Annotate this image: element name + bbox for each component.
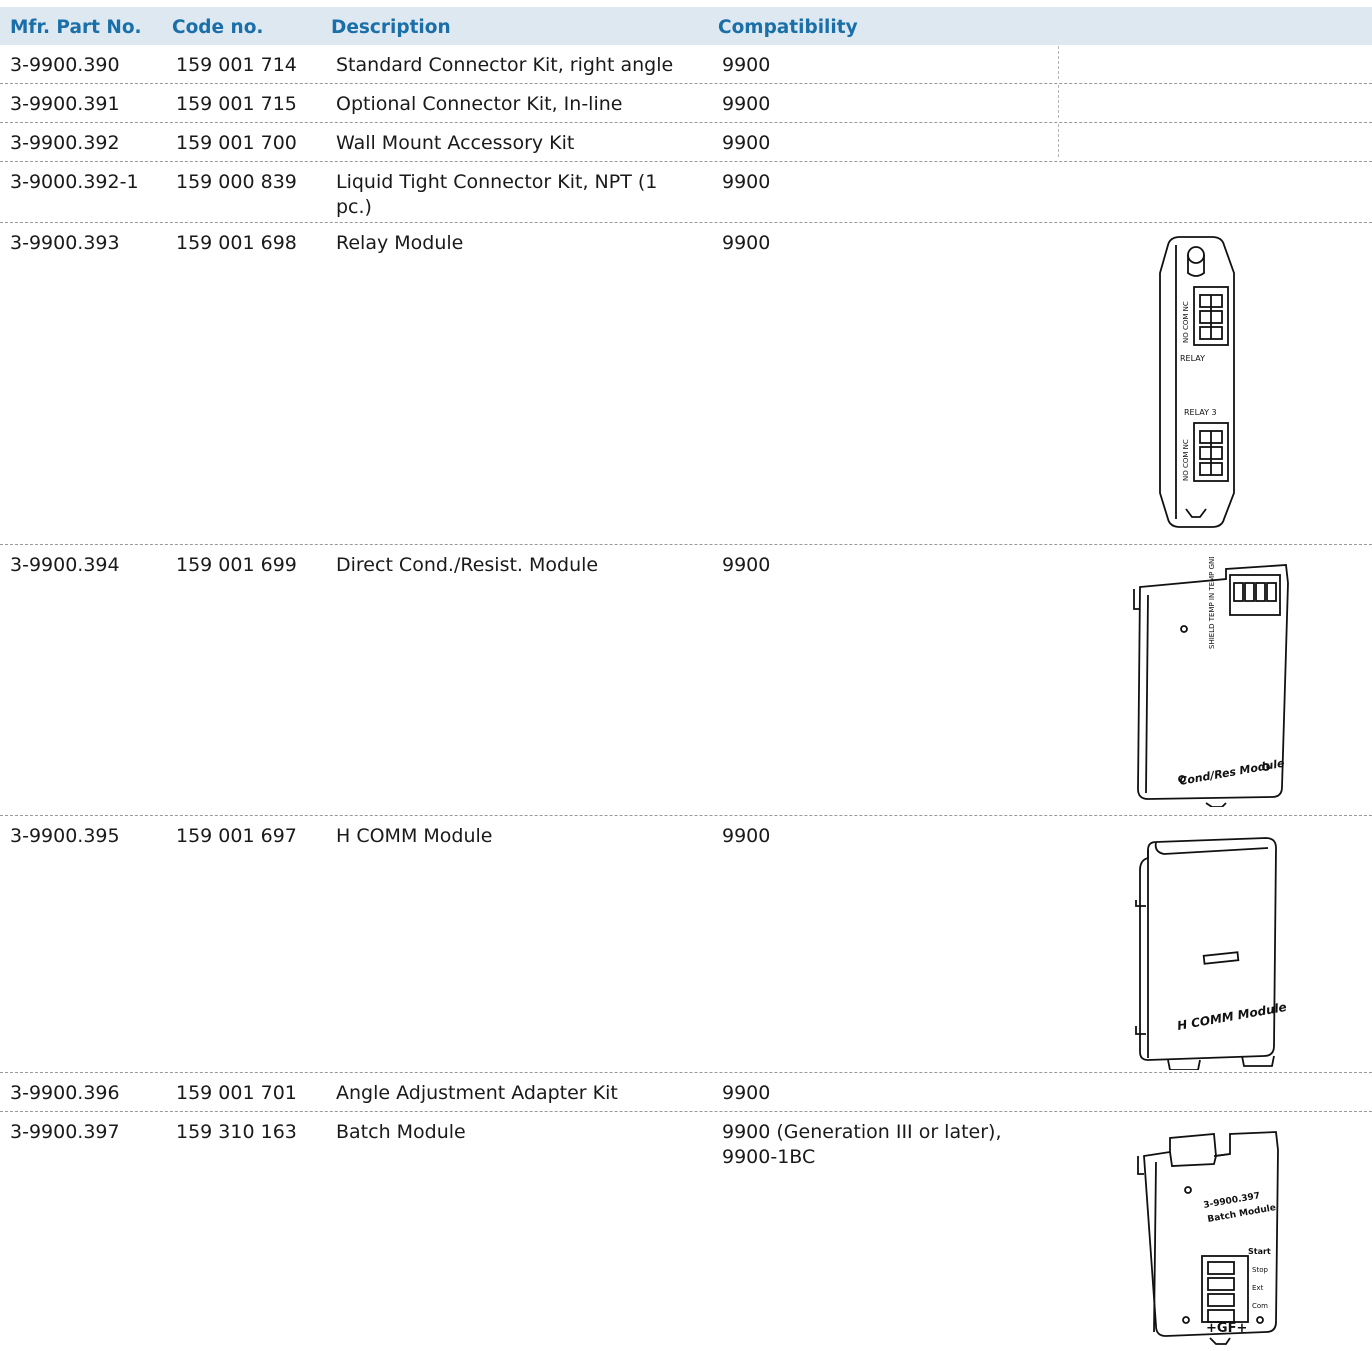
cell-description: H COMM Module [336, 825, 493, 847]
cell-compatibility: 9900 [722, 54, 771, 76]
header-code-no: Code no. [172, 17, 264, 38]
cell-code-no: 159 001 701 [176, 1082, 297, 1104]
cell-part-no: 3-9900.396 [10, 1082, 120, 1104]
batch-module-illustration: 3-9900.397 Batch Module Start Stop Ext C… [1130, 1126, 1290, 1351]
batch-pin-com: Com [1252, 1302, 1268, 1310]
table-row: 3-9900.394 159 001 699 Direct Cond./Resi… [0, 545, 1372, 816]
cell-code-no: 159 001 715 [176, 93, 297, 115]
batch-pin-start: Start [1248, 1247, 1271, 1256]
cell-part-no: 3-9900.391 [10, 93, 120, 115]
relay-label-top: RELAY [1180, 354, 1205, 363]
table-row: 3-9900.392 159 001 700 Wall Mount Access… [0, 123, 1372, 162]
relay-module-illustration: RELAY RELAY 3 NO COM NC NO COM NC [1150, 233, 1240, 533]
cell-code-no: 159 001 700 [176, 132, 297, 154]
cell-part-no: 3-9900.394 [10, 554, 120, 576]
cell-description: Direct Cond./Resist. Module [336, 554, 599, 576]
clipped-heading [0, 0, 1372, 7]
cell-compatibility: 9900 [722, 132, 771, 154]
column-divider [1058, 85, 1059, 118]
cell-description: Angle Adjustment Adapter Kit [336, 1082, 618, 1104]
cell-compatibility: 9900 [722, 93, 771, 115]
table-row: 3-9900.397 159 310 163 Batch Module 9900… [0, 1112, 1372, 1347]
column-divider [1058, 46, 1059, 79]
cell-code-no: 159 001 714 [176, 54, 297, 76]
table-row: 3-9000.392-1 159 000 839 Liquid Tight Co… [0, 162, 1372, 223]
cell-description: Relay Module [336, 232, 464, 254]
cell-part-no: 3-9900.392 [10, 132, 120, 154]
cell-compatibility: 9900 [722, 554, 771, 576]
cell-description: Wall Mount Accessory Kit [336, 132, 575, 154]
cell-part-no: 3-9900.393 [10, 232, 120, 254]
gf-logo: +GF+ [1206, 1321, 1247, 1336]
relay-pin-labels: NO COM NC [1182, 301, 1190, 343]
cell-description: Optional Connector Kit, In-line [336, 93, 623, 115]
cell-part-no: 3-9900.397 [10, 1121, 120, 1143]
cell-code-no: 159 001 699 [176, 554, 297, 576]
batch-pin-ext: Ext [1252, 1284, 1264, 1292]
cell-code-no: 159 000 839 [176, 171, 297, 193]
table-row: 3-9900.396 159 001 701 Angle Adjustment … [0, 1073, 1372, 1112]
cell-part-no: 3-9000.392-1 [10, 171, 139, 193]
hcomm-module-label: H COMM Module [1176, 1000, 1288, 1033]
cond-module-label: Cond/Res Module [1178, 757, 1286, 788]
cell-description: Liquid Tight Connector Kit, NPT (1 pc.) [336, 171, 658, 218]
cell-compatibility: 9900 [722, 825, 771, 847]
table-row: 3-9900.391 159 001 715 Optional Connecto… [0, 84, 1372, 123]
header-mfr-part-no: Mfr. Part No. [10, 17, 142, 38]
header-description: Description [331, 17, 451, 38]
table-row: 3-9900.395 159 001 697 H COMM Module 990… [0, 816, 1372, 1073]
cell-compatibility: 9900 [722, 171, 771, 193]
cell-part-no: 3-9900.395 [10, 825, 120, 847]
cell-code-no: 159 001 697 [176, 825, 297, 847]
cond-pin-labels: SHIELD TEMP IN TEMP GND SIGNAL GND SIGNA… [1208, 557, 1216, 649]
column-divider [1058, 124, 1059, 157]
batch-pin-stop: Stop [1252, 1266, 1268, 1274]
cell-description: Standard Connector Kit, right angle [336, 54, 674, 76]
cell-compatibility: 9900 (Generation III or later), 9900-1BC [722, 1121, 1002, 1168]
relay-label-bottom: RELAY 3 [1184, 408, 1217, 417]
relay-pin-labels-2: NO COM NC [1182, 439, 1190, 481]
cond-res-module-illustration: SHIELD TEMP IN TEMP GND SIGNAL GND SIGNA… [1126, 557, 1296, 807]
header-compatibility: Compatibility [718, 17, 858, 38]
cell-description: Batch Module [336, 1121, 466, 1143]
table-row: 3-9900.390 159 001 714 Standard Connecto… [0, 45, 1372, 84]
cell-compatibility: 9900 [722, 232, 771, 254]
cell-code-no: 159 001 698 [176, 232, 297, 254]
cell-code-no: 159 310 163 [176, 1121, 297, 1143]
table-row: 3-9900.393 159 001 698 Relay Module 9900 [0, 223, 1372, 545]
table-header: Mfr. Part No. Code no. Description Compa… [0, 7, 1372, 45]
h-comm-module-illustration: H COMM Module [1126, 830, 1296, 1070]
cell-compatibility: 9900 [722, 1082, 771, 1104]
cell-part-no: 3-9900.390 [10, 54, 120, 76]
